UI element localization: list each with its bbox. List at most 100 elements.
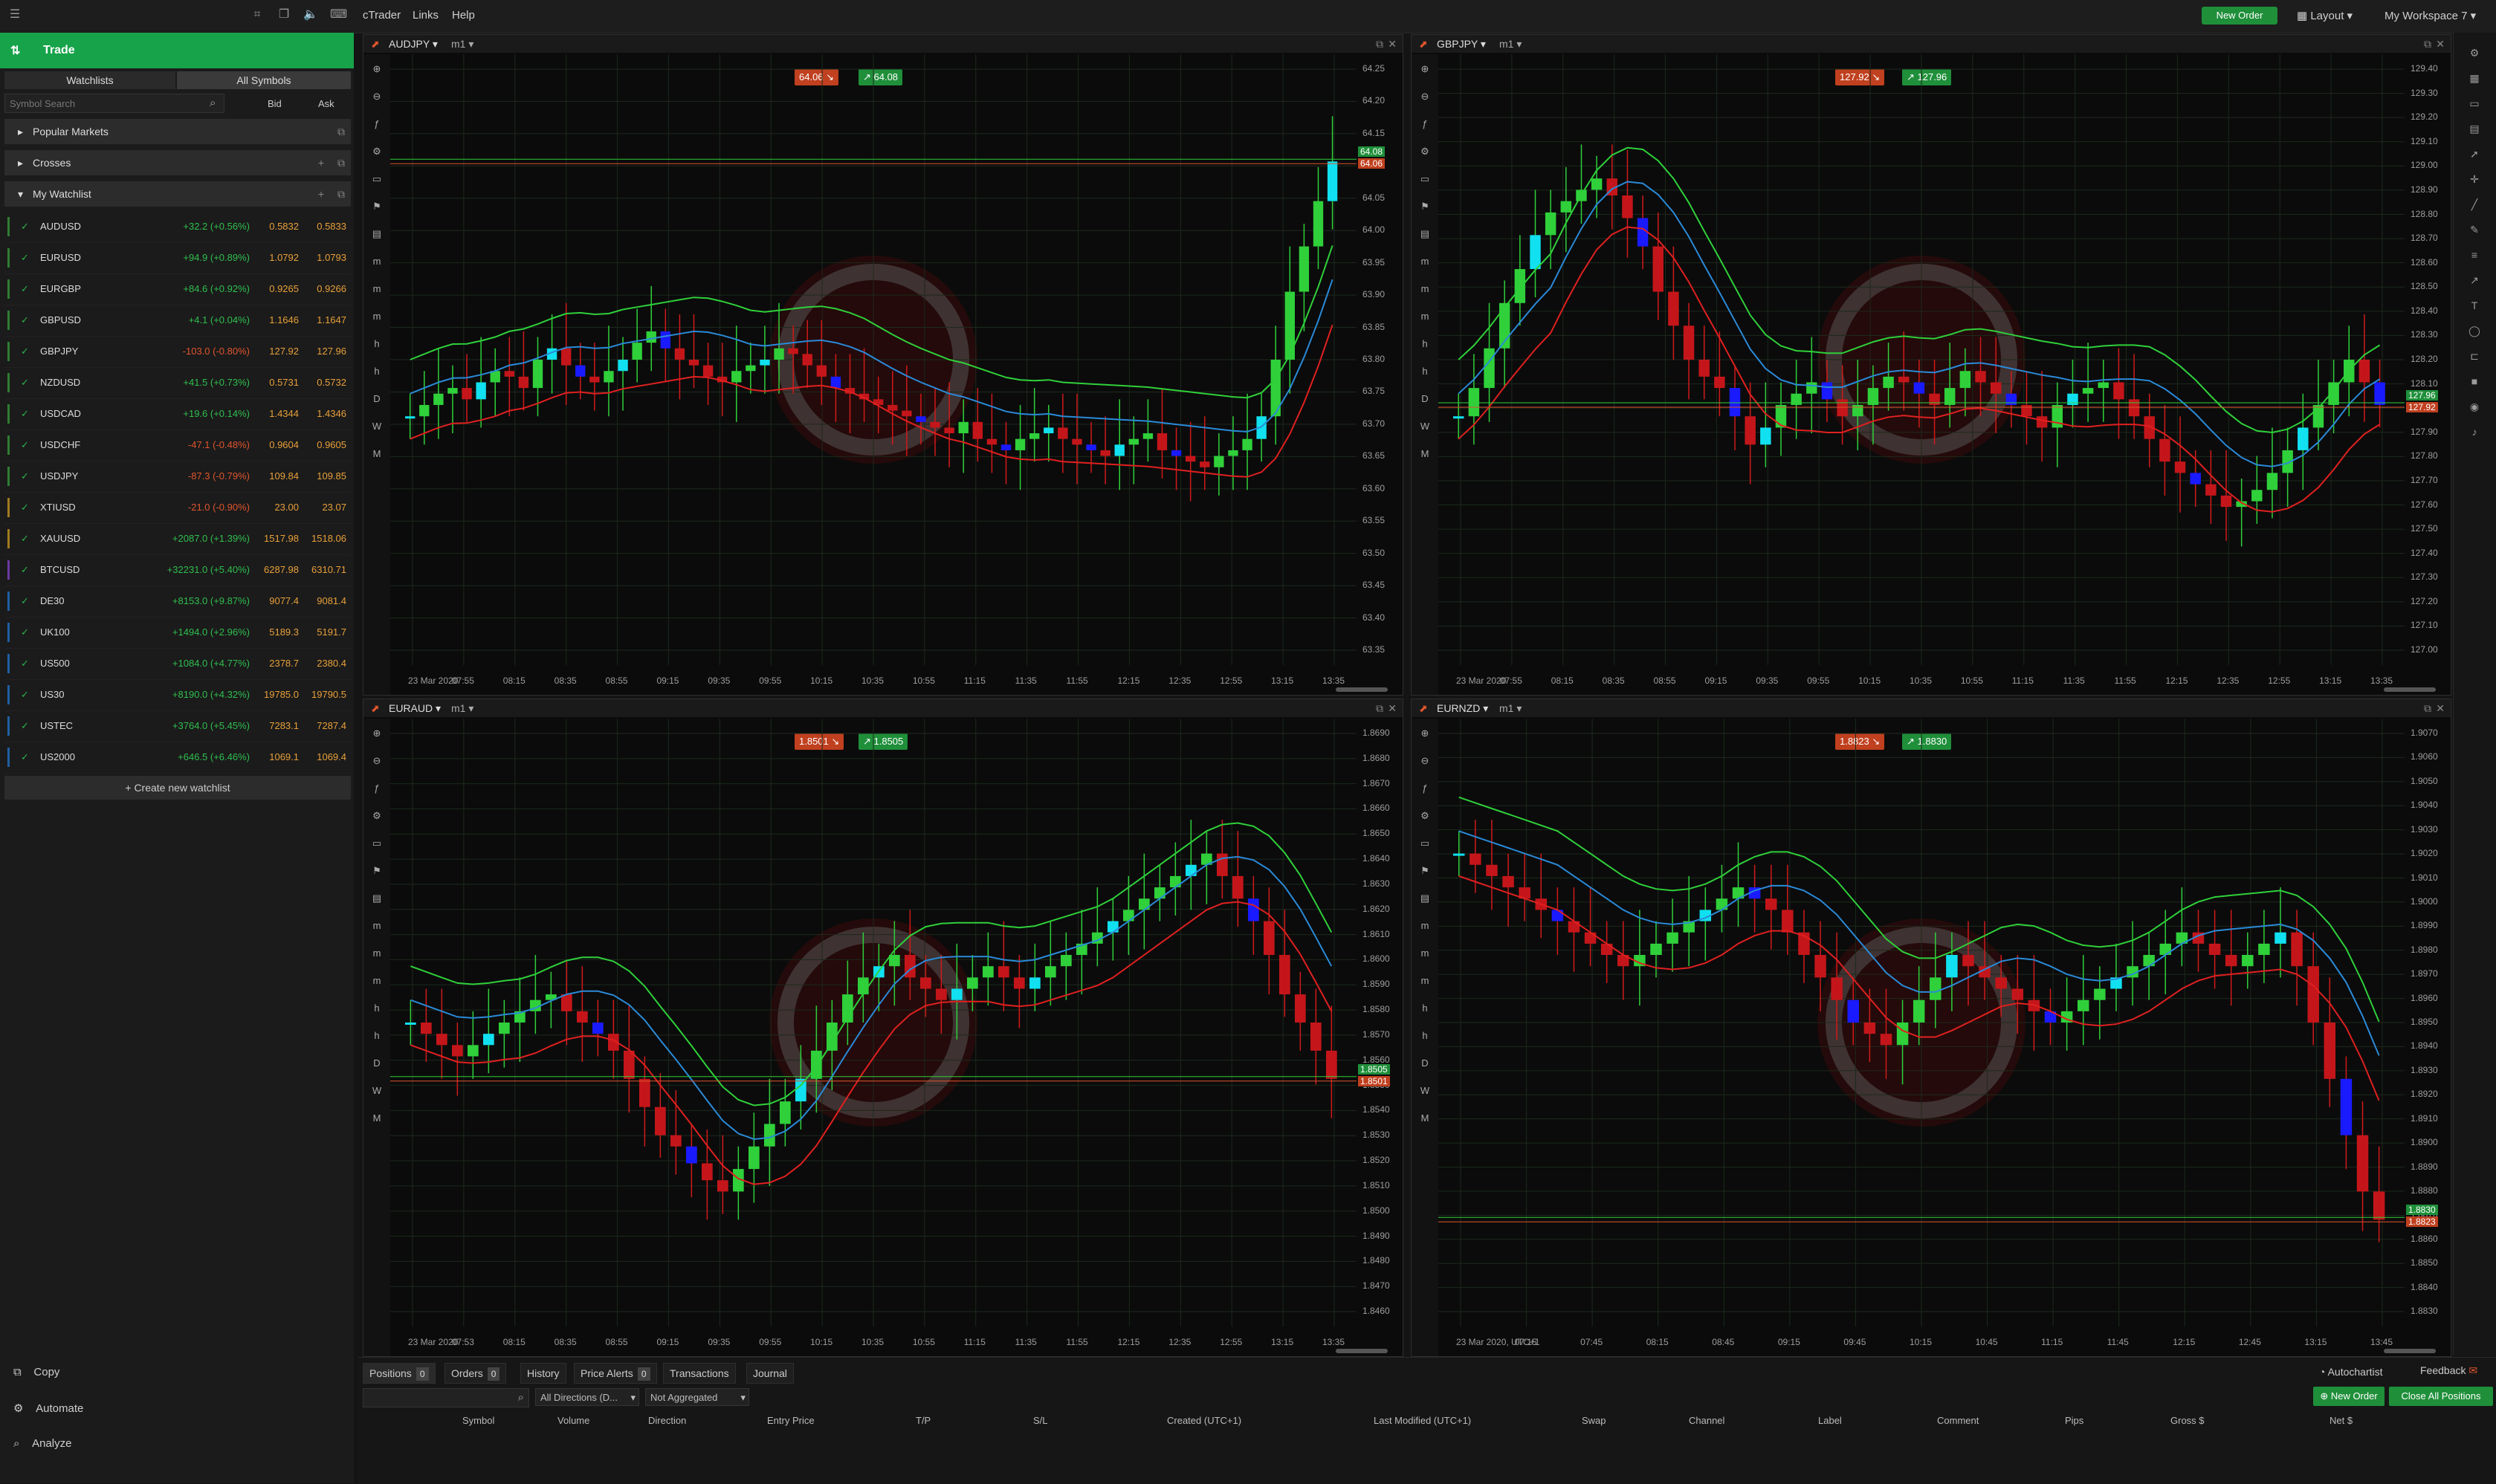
watchlist-row-gbpusd[interactable]: ✓ GBPUSD +4.1 (+0.04%) 1.1646 1.1647 (4, 305, 351, 337)
alert-icon[interactable]: ⚑ (368, 862, 386, 880)
watchlist-row-audusd[interactable]: ✓ AUDUSD +32.2 (+0.56%) 0.5832 0.5833 (4, 211, 351, 243)
window-icon[interactable]: ▭ (368, 170, 386, 188)
bell-icon[interactable]: ♪ (2466, 424, 2483, 440)
period-d1[interactable]: D (1416, 390, 1434, 408)
camera-icon[interactable]: ◉ (2466, 398, 2483, 415)
timeframe-select[interactable]: m1 ▾ (1499, 699, 1522, 717)
detach-icon[interactable]: ❐ (277, 7, 291, 22)
zoom-in-icon[interactable]: ⊕ (368, 60, 386, 78)
tab-watchlists[interactable]: Watchlists (4, 71, 175, 89)
period-m15[interactable]: m (368, 972, 386, 990)
template-icon[interactable]: ▤ (368, 225, 386, 243)
create-watchlist-button[interactable]: + Create new watchlist (4, 776, 351, 800)
window-icon[interactable]: ▭ (2466, 95, 2483, 111)
alert-icon[interactable]: ⚑ (1416, 862, 1434, 880)
ruler-icon[interactable]: ⊏ (2466, 348, 2483, 364)
period-w1[interactable]: W (368, 418, 386, 435)
marker-icon[interactable]: ■ (2466, 373, 2483, 389)
chart-audjpy[interactable]: ⬈ AUDJPY ▾ m1 ▾ ⧉ ✕ ⊕ ⊖ ƒ ⚙ ▭ ⚑ ▤ m m m h h D W M 64.06 ↘ ↗ 6… (363, 34, 1403, 696)
period-d1[interactable]: D (1416, 1054, 1434, 1072)
cbot-icon[interactable]: ⚙ (368, 143, 386, 161)
timeframe-select[interactable]: m1 ▾ (451, 699, 473, 717)
chart-type-icon[interactable]: ⬈ (371, 35, 380, 53)
chart-symbol-select[interactable]: EURAUD ▾ (389, 699, 441, 717)
tab-transactions[interactable]: Transactions (663, 1363, 736, 1384)
chart-eurnzd[interactable]: ⬈ EURNZD ▾ m1 ▾ ⧉ ✕ ⊕ ⊖ ƒ ⚙ ▭ ⚑ ▤ m m m h h D W M 1.8823 ↘ ↗ … (1411, 699, 2451, 1357)
nav-analyze[interactable]: ⌕ Analyze (13, 1437, 71, 1450)
watchlist-row-us500[interactable]: ✓ US500 +1084.0 (+4.77%) 2378.7 2380.4 (4, 648, 351, 680)
period-mn[interactable]: M (1416, 1109, 1434, 1127)
direction-filter-select[interactable]: All Directions (D... ▾ (535, 1388, 639, 1406)
period-w1[interactable]: W (368, 1082, 386, 1100)
chart-gbpjpy[interactable]: ⬈ GBPJPY ▾ m1 ▾ ⧉ ✕ ⊕ ⊖ ƒ ⚙ ▭ ⚑ ▤ m m m h h D W M 127.92 ↘ ↗ … (1411, 34, 2451, 696)
price-axis[interactable]: 1.8690 1.8680 1.8670 1.8660 1.8650 1.8640 1.86… (1357, 719, 1403, 1334)
period-m5[interactable]: m (1416, 944, 1434, 962)
watchlist-row-usdcad[interactable]: ✓ USDCAD +19.6 (+0.14%) 1.4344 1.4346 (4, 398, 351, 430)
candlestick-plot[interactable] (1438, 719, 2405, 1326)
watchlist-row-xtiusd[interactable]: ✓ XTIUSD -21.0 (-0.90%) 23.00 23.07 (4, 492, 351, 524)
watchlist-row-us30[interactable]: ✓ US30 +8190.0 (+4.32%) 19785.0 19790.5 (4, 679, 351, 711)
watchlist-row-nzdusd[interactable]: ✓ NZDUSD +41.5 (+0.73%) 0.5731 0.5732 (4, 367, 351, 399)
time-axis[interactable]: 23 Mar 2020 07:53 08:15 08:35 08:55 09:15 09:3… (390, 1335, 1357, 1352)
candlestick-plot[interactable] (390, 719, 1357, 1326)
close-chart-icon[interactable]: ✕ (1388, 699, 1397, 717)
watchlist-row-gbpjpy[interactable]: ✓ GBPJPY -103.0 (-0.80%) 127.92 127.96 (4, 336, 351, 368)
positions-search-input[interactable]: ⌕ (363, 1388, 529, 1407)
period-h1[interactable]: h (368, 999, 386, 1017)
detach-chart-icon[interactable]: ⧉ (1376, 699, 1383, 717)
period-h1[interactable]: h (1416, 999, 1434, 1017)
watchlist-row-xauusd[interactable]: ✓ XAUUSD +2087.0 (+1.39%) 1517.98 1518.06 (4, 523, 351, 555)
watchlist-row-usdjpy[interactable]: ✓ USDJPY -87.3 (-0.79%) 109.84 109.85 (4, 461, 351, 493)
aggregate-filter-select[interactable]: Not Aggregated ▾ (645, 1388, 749, 1406)
pen-icon[interactable]: ✎ (2466, 221, 2483, 238)
watchlist-row-de30[interactable]: ✓ DE30 +8153.0 (+9.87%) 9077.4 9081.4 (4, 586, 351, 618)
timeframe-select[interactable]: m1 ▾ (451, 35, 473, 53)
period-h4[interactable]: h (1416, 363, 1434, 380)
grid-icon[interactable]: ▤ (2466, 120, 2483, 137)
period-w1[interactable]: W (1416, 418, 1434, 435)
column-header[interactable]: Volume (557, 1415, 589, 1426)
period-m5[interactable]: m (1416, 280, 1434, 298)
column-header[interactable]: T/P (916, 1415, 931, 1426)
watchlist-row-usdchf[interactable]: ✓ USDCHF -47.1 (-0.48%) 0.9604 0.9605 (4, 430, 351, 461)
chart-type-icon[interactable]: ⬈ (1419, 35, 1428, 53)
feedback-button[interactable]: Feedback ✉ (2420, 1364, 2477, 1377)
column-header[interactable]: Symbol (462, 1415, 494, 1426)
menu-ctrader[interactable]: cTrader (363, 9, 401, 22)
watchlist-row-eurusd[interactable]: ✓ EURUSD +94.9 (+0.89%) 1.0792 1.0793 (4, 242, 351, 274)
period-w1[interactable]: W (1416, 1082, 1434, 1100)
crosshair-icon[interactable]: ⌗ (250, 7, 265, 22)
period-h4[interactable]: h (1416, 1027, 1434, 1045)
tab-all-symbols[interactable]: All Symbols (177, 71, 351, 89)
close-chart-icon[interactable]: ✕ (2436, 35, 2445, 53)
period-h4[interactable]: h (368, 1027, 386, 1045)
price-axis[interactable]: 129.40 129.30 129.20 129.10 129.00 128.90 128.… (2405, 54, 2451, 673)
window-icon[interactable]: ▭ (1416, 835, 1434, 852)
hamburger-menu-icon[interactable]: ☰ (7, 7, 22, 22)
alert-icon[interactable]: ⚑ (1416, 198, 1434, 216)
time-axis[interactable]: 23 Mar 2020 07:55 08:15 08:35 08:55 09:15 09:3… (1438, 674, 2405, 690)
trade-header[interactable]: ⇅ Trade (0, 33, 354, 68)
period-m5[interactable]: m (368, 944, 386, 962)
watchlist-row-uk100[interactable]: ✓ UK100 +1494.0 (+2.96%) 5189.3 5191.7 (4, 617, 351, 649)
column-header[interactable]: Gross $ (2170, 1415, 2205, 1426)
detach-icon[interactable]: ⧉ (337, 119, 345, 144)
cursor-icon[interactable]: ➚ (2466, 146, 2483, 162)
shape-icon[interactable]: ◯ (2466, 323, 2483, 339)
sound-icon[interactable]: 🔈 (303, 7, 318, 22)
time-axis[interactable]: 23 Mar 2020 07:55 08:15 08:35 08:55 09:15 09:3… (390, 674, 1357, 690)
menu-links[interactable]: Links (413, 9, 439, 22)
add-icon[interactable]: + (318, 181, 324, 207)
workspace-menu[interactable]: My Workspace 7 ▾ (2385, 9, 2476, 22)
chart-symbol-select[interactable]: AUDJPY ▾ (389, 35, 438, 53)
chart-type-icon[interactable]: ⬈ (371, 699, 380, 717)
tab-journal[interactable]: Journal (746, 1363, 794, 1384)
time-axis[interactable]: 23 Mar 2020, UTC+1 07:15 07:45 08:15 08:45 09… (1438, 1335, 2405, 1352)
crosshair-icon[interactable]: ✛ (2466, 171, 2483, 187)
column-header[interactable]: Last Modified (UTC+1) (1374, 1415, 1471, 1426)
watchlist-row-us2000[interactable]: ✓ US2000 +646.5 (+6.46%) 1069.1 1069.4 (4, 742, 351, 774)
period-m1[interactable]: m (1416, 253, 1434, 270)
menu-help[interactable]: Help (452, 9, 475, 22)
alert-icon[interactable]: ⚑ (368, 198, 386, 216)
new-order-button[interactable]: New Order (2202, 7, 2277, 25)
